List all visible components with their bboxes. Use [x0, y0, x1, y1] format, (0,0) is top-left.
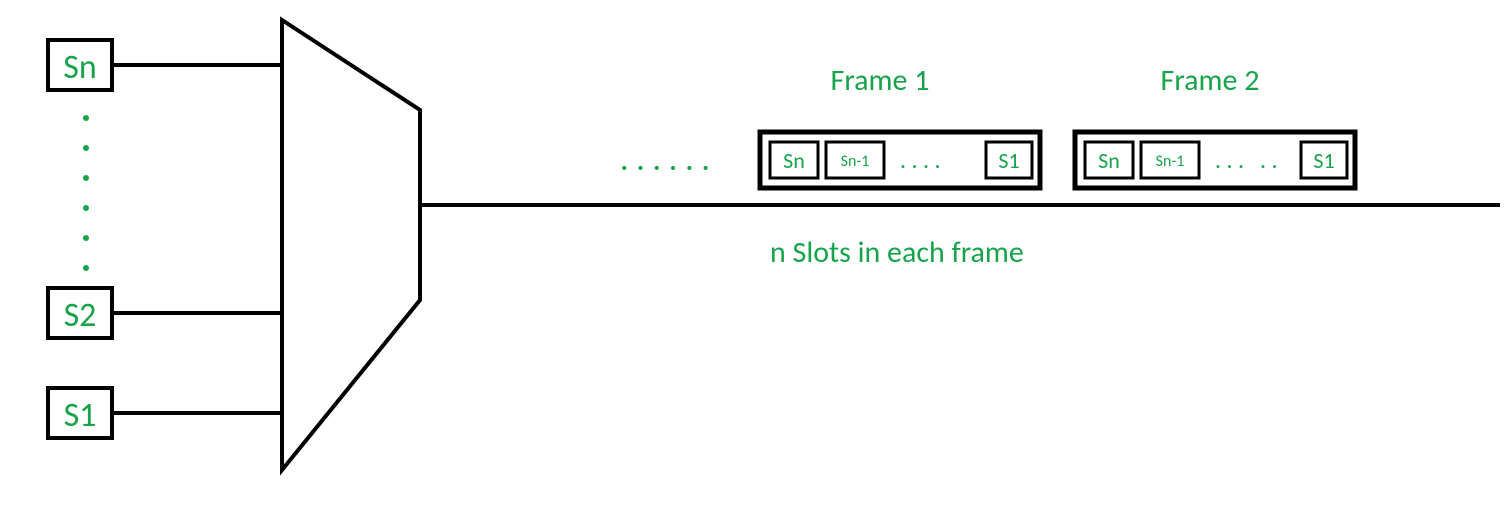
frame1-slot-s1: S1 [998, 147, 1019, 174]
frame2-slot-sn1: Sn-1 [1156, 152, 1185, 171]
source-box-s2: S2 [48, 288, 282, 338]
source-label-s1: S1 [64, 395, 97, 436]
frame2-inner-ellipsis-2: . . [1260, 146, 1278, 175]
frame1-inner-ellipsis: . . . . [900, 146, 941, 175]
multiplexer-shape [282, 20, 420, 470]
source-box-sn: Sn [48, 40, 282, 90]
tdm-diagram: Sn S2 S1 . . . . . . Frame 1 Sn Sn-1 . .… [0, 0, 1504, 510]
source-label-sn: Sn [63, 47, 97, 88]
frame2-slot-s1: S1 [1313, 147, 1334, 174]
pre-frame-ellipsis: . . . . . . [620, 139, 710, 180]
frame1-slot-sn1: Sn-1 [841, 152, 870, 171]
frames-caption: n Slots in each frame [770, 234, 1024, 271]
frame1-slot-sn: Sn [783, 147, 805, 174]
frame1-box: Sn Sn-1 . . . . S1 [760, 132, 1040, 188]
frame2-slot-sn: Sn [1098, 147, 1120, 174]
source-box-s1: S1 [48, 388, 282, 438]
frame2-box: Sn Sn-1 . . . . . S1 [1075, 132, 1355, 188]
frame2-inner-ellipsis: . . . [1215, 146, 1244, 175]
frame1-label: Frame 1 [831, 62, 930, 99]
frame2-label: Frame 2 [1161, 62, 1260, 99]
source-label-s2: S2 [64, 295, 97, 336]
source-ellipsis-dots [83, 115, 89, 271]
